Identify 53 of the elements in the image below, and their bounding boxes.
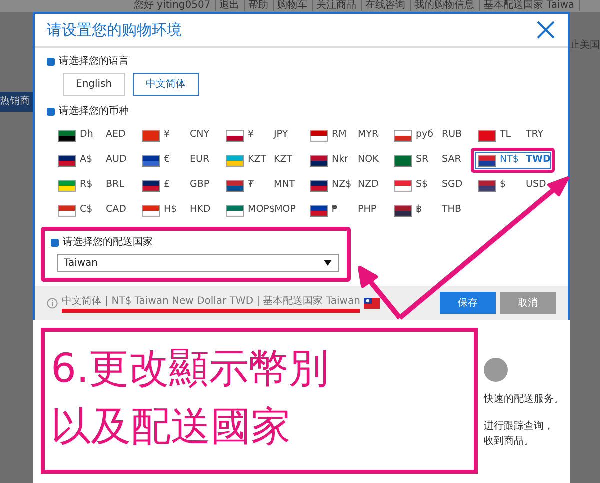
bullet-icon [47, 58, 55, 66]
country-select[interactable]: Taiwan [57, 254, 339, 272]
banner-text: 止美国 [570, 38, 600, 53]
flag-icon [394, 180, 412, 192]
flag-icon [226, 154, 244, 166]
nav-link-text[interactable]: 在线咨询 [362, 0, 411, 11]
flag-icon [310, 204, 328, 216]
flag-icon [478, 180, 496, 192]
annotation-text: 6.更改顯示幣別 [51, 345, 330, 394]
dialog-title: 请设置您的购物环境 [47, 20, 182, 41]
category-bar-text: 热销商 [0, 92, 33, 112]
flag-icon [58, 180, 76, 192]
bullet-icon [47, 108, 55, 116]
flag-icon [478, 130, 496, 142]
page-text: 快速的配送服务。 [484, 392, 564, 407]
flag-icon [478, 154, 496, 166]
flag-icon [142, 154, 160, 166]
flag-icon [226, 204, 244, 216]
flag-icon [58, 204, 76, 216]
flag-icon [394, 204, 412, 216]
page-text: 进行跟踪查询， [484, 420, 555, 434]
flag-icon [310, 180, 328, 192]
flag-icon [58, 130, 76, 142]
section-label: 请选择您的语言 [59, 54, 129, 69]
flag-icon [394, 130, 412, 142]
language-option[interactable]: 中文简体 [133, 73, 200, 96]
nav-link-text[interactable]: 退出 [216, 0, 245, 11]
flag-icon [58, 154, 76, 166]
flag-icon [310, 154, 328, 166]
nav-link-text[interactable]: 帮助 [244, 0, 274, 11]
settings-summary: 中文简体 | NT$ Taiwan New Dollar TWD | 基本配送国家 Taiwan [62, 294, 360, 312]
save-button[interactable]: 保存 [440, 292, 496, 314]
section-label: 请选择您的币种 [59, 104, 129, 119]
flag-icon [142, 130, 160, 142]
flag-icon [394, 154, 412, 166]
close-icon[interactable] [536, 20, 556, 40]
flag-icon [142, 204, 160, 216]
bullet-icon [51, 238, 59, 246]
flag-icon [226, 180, 244, 192]
nav-link-text[interactable]: 我的购物信息 [410, 0, 480, 11]
flag-icon [364, 298, 380, 308]
language-option[interactable]: English [63, 73, 126, 96]
flag-icon [310, 130, 328, 142]
flag-icon [226, 130, 244, 142]
nav-link-text[interactable]: 您好 yiting0507 [130, 0, 216, 11]
page-text: 收到商品。 [484, 434, 535, 449]
flag-icon [142, 180, 160, 192]
annotation-text: 以及配送國家 [51, 403, 292, 452]
circle-icon [484, 358, 508, 382]
info-icon [47, 298, 58, 308]
currency-option[interactable]: MOP$MOP [223, 202, 299, 219]
caret-icon [324, 260, 332, 266]
section-label: 请选择您的配送国家 [63, 236, 153, 250]
